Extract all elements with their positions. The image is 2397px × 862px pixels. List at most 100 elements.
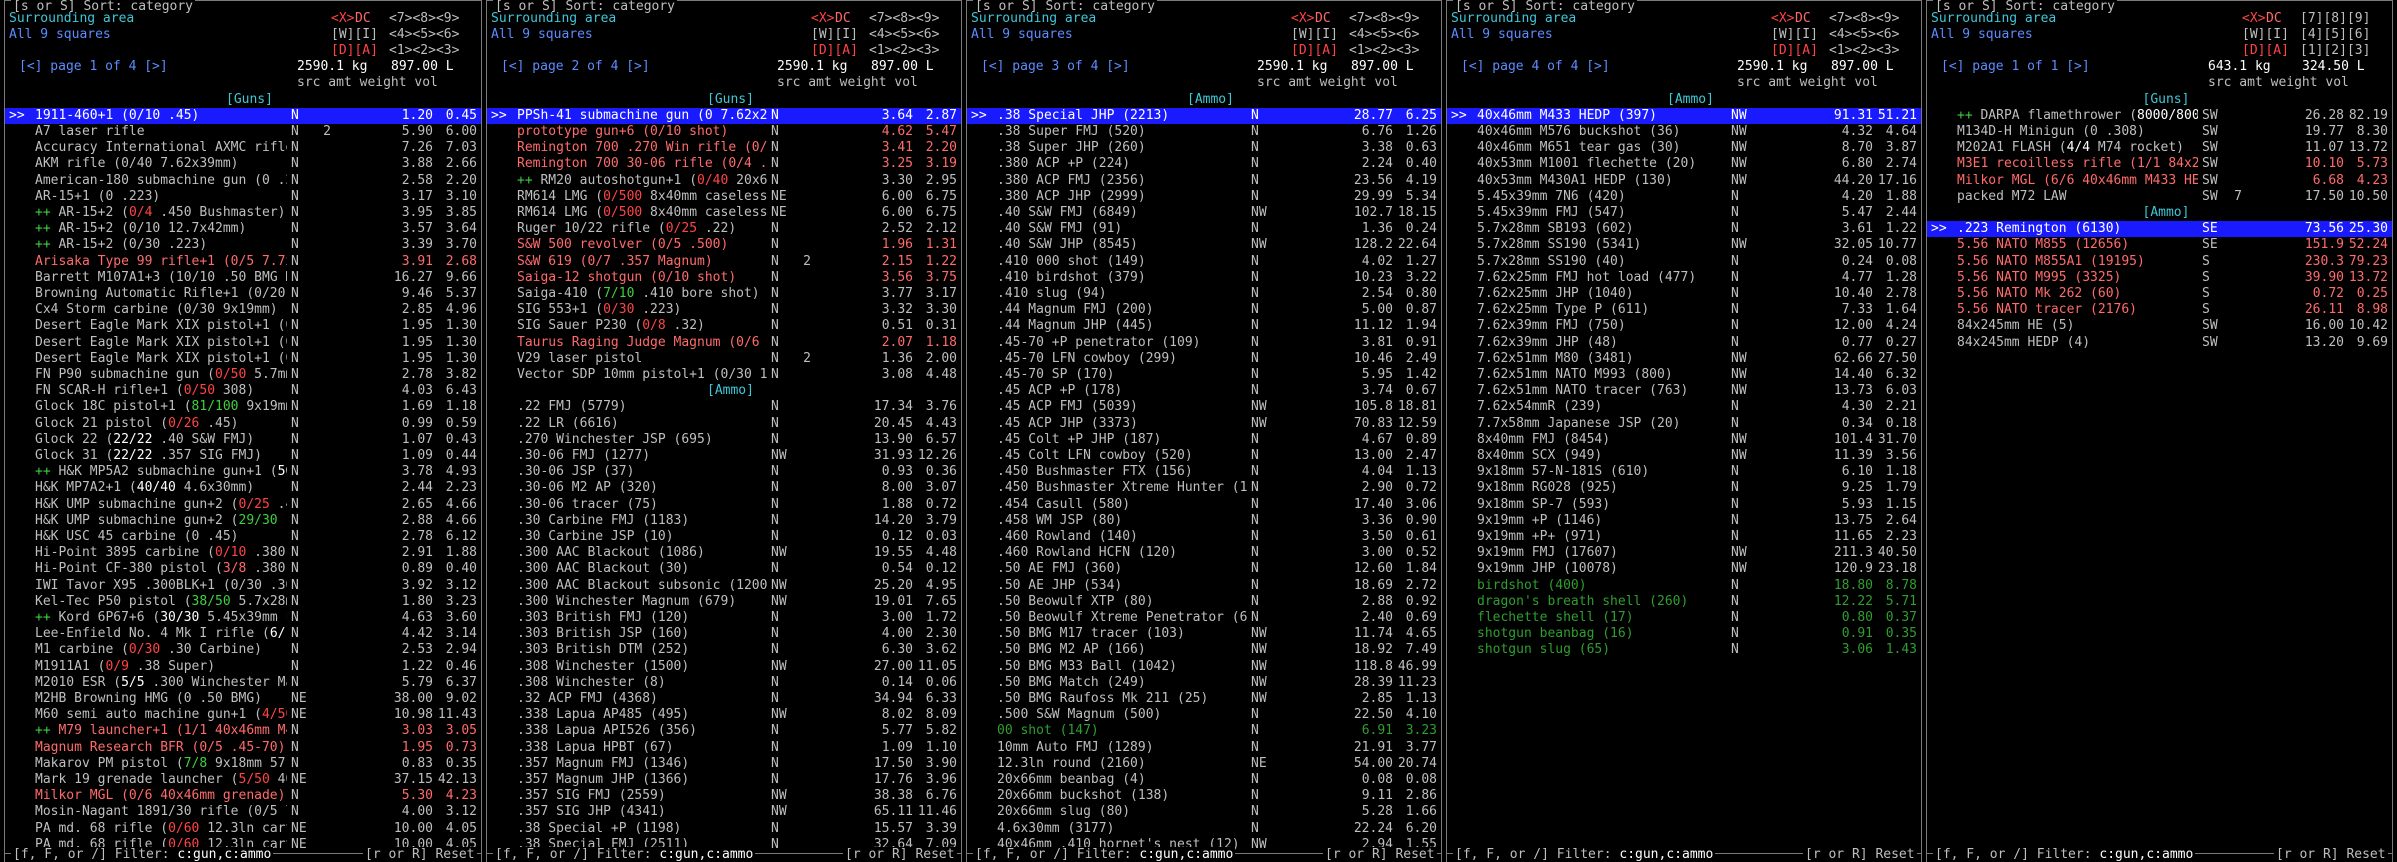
item-name[interactable]: Mosin-Nagant 1891/30 rifle (0/5 7. bbox=[35, 804, 287, 820]
area-label[interactable]: Surrounding area bbox=[971, 11, 1096, 27]
item-name[interactable]: M3E1 recoilless rifle (1/1 84x245m bbox=[1957, 156, 2198, 172]
item-name[interactable]: packed M72 LAW bbox=[1957, 189, 2198, 205]
item-name[interactable]: .45-70 +P penetrator (109) bbox=[997, 335, 1247, 351]
item-row[interactable]: 7.62x39mm JHP (48) N 0.77 0.27 bbox=[1447, 335, 1921, 351]
item-name[interactable]: 40x46mm M576 buckshot (36) bbox=[1477, 124, 1727, 140]
page-indicator[interactable]: [<] page 1 of 1 [>] bbox=[1941, 59, 2090, 75]
item-name[interactable]: .500 S&W Magnum (500) bbox=[997, 707, 1247, 723]
item-name[interactable]: AKM rifle (0/40 7.62x39mm) bbox=[35, 156, 287, 172]
item-name[interactable]: .30-06 JSP (37) bbox=[517, 464, 767, 480]
item-row[interactable]: ++ DARPA flamethrower (8000/8000 nSW 26.2… bbox=[1927, 108, 2392, 124]
item-name[interactable]: .270 Winchester JSP (695) bbox=[517, 432, 767, 448]
item-row[interactable]: .40 S&W FMJ (91) N 1.36 0.24 bbox=[967, 221, 1441, 237]
item-name[interactable]: Milkor MGL (6/6 40x46mm M433 HEDP) bbox=[1957, 173, 2198, 189]
item-row[interactable]: .303 British FMJ (120) N 3.00 1.72 bbox=[487, 610, 961, 626]
item-name[interactable]: .357 SIG JHP (4341) bbox=[517, 804, 767, 820]
item-row[interactable]: .450 Bushmaster FTX (156) N 4.04 1.13 bbox=[967, 464, 1441, 480]
area-label[interactable]: Surrounding area bbox=[1451, 11, 1576, 27]
item-name[interactable]: .410 slug (94) bbox=[997, 286, 1247, 302]
nav-456[interactable]: <4><5><6> bbox=[389, 27, 459, 43]
item-row[interactable]: 5.7x28mm SS190 (40) N 0.24 0.08 bbox=[1447, 254, 1921, 270]
item-row[interactable]: .300 AAC Blackout subsonic (1200) NW 25.20… bbox=[487, 578, 961, 594]
area-label[interactable]: Surrounding area bbox=[491, 11, 616, 27]
item-name[interactable]: .458 WM JSP (80) bbox=[997, 513, 1247, 529]
item-row[interactable]: Taurus Raging Judge Magnum (0/6 .4 N 2.07 1… bbox=[487, 335, 961, 351]
item-name[interactable]: 4.6x30mm (3177) bbox=[997, 821, 1247, 837]
item-row[interactable]: packed M72 LAW SW 7 17.50 10.50 bbox=[1927, 189, 2392, 205]
item-row[interactable]: .338 Lapua HPBT (67) N 1.09 1.10 bbox=[487, 740, 961, 756]
item-name[interactable]: H&K MP7A2+1 (40/40 4.6x30mm) bbox=[35, 480, 287, 496]
item-name[interactable]: Browning Automatic Rifle+1 (0/20 . bbox=[35, 286, 287, 302]
reset-label[interactable]: [r or R] Reset bbox=[1323, 847, 1437, 862]
item-name[interactable]: .300 AAC Blackout (1086) bbox=[517, 545, 767, 561]
item-row[interactable]: 20x66mm buckshot (138) N 9.11 2.86 bbox=[967, 788, 1441, 804]
item-name[interactable]: V29 laser pistol bbox=[517, 351, 767, 367]
item-name[interactable]: 7.62x25mm FMJ hot load (477) bbox=[1477, 270, 1727, 286]
item-name[interactable]: FN P90 submachine gun (0/50 5.7mm) bbox=[35, 367, 287, 383]
item-name[interactable]: 5.7x28mm SB193 (602) bbox=[1477, 221, 1727, 237]
item-name[interactable]: PPSh-41 submachine gun (0 7.62x25m bbox=[517, 108, 767, 124]
item-name[interactable]: Saiga-410 (7/10 .410 bore shot) bbox=[517, 286, 767, 302]
reset-label[interactable]: [r or R] Reset bbox=[363, 847, 477, 862]
item-name[interactable]: 7.62x51mm M80 (3481) bbox=[1477, 351, 1727, 367]
item-name[interactable]: .460 Rowland (140) bbox=[997, 529, 1247, 545]
item-row[interactable]: AKM rifle (0/40 7.62x39mm) N 3.88 2.66 bbox=[5, 156, 481, 172]
nav-current[interactable]: <X> bbox=[2242, 11, 2265, 27]
item-name[interactable]: .338 Lapua AP485 (495) bbox=[517, 707, 767, 723]
item-name[interactable]: H&K UMP submachine gun+2 (0/25 .45) bbox=[35, 497, 287, 513]
item-name[interactable]: .30 Carbine FMJ (1183) bbox=[517, 513, 767, 529]
item-row[interactable]: .338 Lapua API526 (356) N 5.77 5.82 bbox=[487, 723, 961, 739]
item-name[interactable]: 00 shot (147) bbox=[997, 723, 1247, 739]
item-name[interactable]: .300 AAC Blackout (30) bbox=[517, 561, 767, 577]
item-name[interactable]: Hi-Point CF-380 pistol (3/8 .380 A bbox=[35, 561, 287, 577]
item-name[interactable]: 9x19mm +P (1146) bbox=[1477, 513, 1727, 529]
item-row[interactable]: 9x18mm SP-7 (593) N 5.93 1.15 bbox=[1447, 497, 1921, 513]
item-row[interactable]: .40 S&W JHP (8545) NW 128.2 22.64 bbox=[967, 237, 1441, 253]
nav-789[interactable]: <7><8><9> bbox=[869, 11, 939, 27]
item-row[interactable]: ++ M79 launcher+1 (1/1 40x46mm M43 N 3.03 3… bbox=[5, 723, 481, 739]
item-name[interactable]: .380 ACP JHP (2999) bbox=[997, 189, 1247, 205]
item-row[interactable]: .22 FMJ (5779) N 17.34 3.76 bbox=[487, 399, 961, 415]
item-row[interactable]: ++ AR-15+2 (0/30 .223) N 3.39 3.70 bbox=[5, 237, 481, 253]
item-row[interactable]: .30-06 tracer (75) N 1.88 0.72 bbox=[487, 497, 961, 513]
item-name[interactable]: Saiga-12 shotgun (0/10 shot) bbox=[517, 270, 767, 286]
item-row[interactable]: .50 AE FMJ (360) N 12.60 1.84 bbox=[967, 561, 1441, 577]
item-name[interactable]: 9x18mm 57-N-181S (610) bbox=[1477, 464, 1727, 480]
item-row[interactable]: .50 Beowulf Xtreme Penetrator (60) N 2.40 0… bbox=[967, 610, 1441, 626]
filter-value[interactable]: c:gun,c:ammo bbox=[1139, 847, 1233, 862]
item-name[interactable]: 5.56 NATO tracer (2176) bbox=[1957, 302, 2198, 318]
item-row[interactable]: 4.6x30mm (3177) N 22.24 6.20 bbox=[967, 821, 1441, 837]
item-name[interactable]: ++ Kord 6P67+6 (30/30 5.45x39mm FM bbox=[35, 610, 287, 626]
item-name[interactable]: .44 Magnum FMJ (200) bbox=[997, 302, 1247, 318]
item-name[interactable]: ++ H&K MP5A2 submachine gun+1 (50/ bbox=[35, 464, 287, 480]
item-row[interactable]: H&K MP7A2+1 (40/40 4.6x30mm) N 2.44 2.23 bbox=[5, 480, 481, 496]
item-row[interactable]: 9x19mm +P (1146) N 13.75 2.64 bbox=[1447, 513, 1921, 529]
item-name[interactable]: FN SCAR-H rifle+1 (0/50 308) bbox=[35, 383, 287, 399]
item-name[interactable]: prototype gun+6 (0/10 shot) bbox=[517, 124, 767, 140]
item-row[interactable]: .357 Magnum JHP (1366) N 17.76 3.96 bbox=[487, 772, 961, 788]
item-name[interactable]: .38 Special +P (1198) bbox=[517, 821, 767, 837]
nav-456[interactable]: <4><5><6> bbox=[1829, 27, 1899, 43]
item-row[interactable]: .45 ACP JHP (3373) NW 70.83 12.59 bbox=[967, 416, 1441, 432]
item-name[interactable]: American-180 submachine gun (0 .22) bbox=[35, 173, 287, 189]
filter-label[interactable]: [f, F, or /] Filter: c:gun,c:ammo bbox=[11, 847, 274, 862]
item-row[interactable]: 40x46mm M651 tear gas (30) NW 8.70 3.87 bbox=[1447, 140, 1921, 156]
item-row[interactable]: 84x245mm HE (5) SW 16.00 10.42 bbox=[1927, 318, 2392, 334]
item-row[interactable]: M60 semi auto machine gun+1 (4/500NE 10.9… bbox=[5, 707, 481, 723]
item-name[interactable]: 9x19mm +P+ (971) bbox=[1477, 529, 1727, 545]
item-row[interactable]: 7.62x51mm NATO tracer (763) NW 13.73 6.03 bbox=[1447, 383, 1921, 399]
item-row[interactable]: .50 BMG M17 tracer (103) NW 11.74 4.65 bbox=[967, 626, 1441, 642]
item-row[interactable]: .303 British JSP (160) N 4.00 2.30 bbox=[487, 626, 961, 642]
item-row[interactable]: .45 ACP FMJ (5039) NW 105.8 18.81 bbox=[967, 399, 1441, 415]
squares-label[interactable]: All 9 squares bbox=[9, 27, 111, 43]
item-row[interactable]: FN P90 submachine gun (0/50 5.7mm)N 2.78 3… bbox=[5, 367, 481, 383]
item-name[interactable]: .300 Winchester Magnum (679) bbox=[517, 594, 767, 610]
item-row[interactable]: 5.56 NATO M995 (3325) S 39.90 13.72 bbox=[1927, 270, 2392, 286]
item-row[interactable]: .410 slug (94) N 2.54 0.80 bbox=[967, 286, 1441, 302]
item-name[interactable]: ++ RM20 autoshotgun+1 (0/40 20x66m bbox=[517, 173, 767, 189]
nav-789[interactable]: <7><8><9> bbox=[389, 11, 459, 27]
item-name[interactable]: M1 carbine (0/30 .30 Carbine) bbox=[35, 642, 287, 658]
item-row[interactable]: 5.56 NATO tracer (2176) S 26.11 8.98 bbox=[1927, 302, 2392, 318]
item-name[interactable]: 5.56 NATO M855A1 (19195) bbox=[1957, 254, 2198, 270]
filter-value[interactable]: c:gun,c:ammo bbox=[2099, 847, 2193, 862]
